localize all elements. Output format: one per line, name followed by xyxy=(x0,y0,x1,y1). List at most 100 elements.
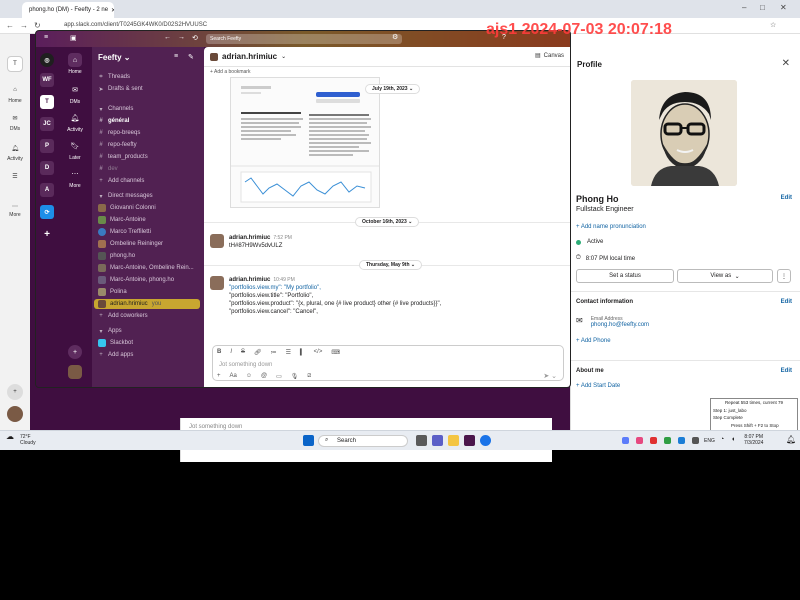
message-author[interactable]: adrian.hrimiuc xyxy=(229,277,270,283)
add-workspace-icon[interactable]: + xyxy=(40,227,54,241)
nav-activity[interactable]: 🔔︎ Activity xyxy=(58,111,92,133)
strike-icon[interactable]: S xyxy=(241,349,245,356)
add-pronunciation-link[interactable]: + Add name pronunciation xyxy=(576,224,646,230)
date-divider[interactable]: July 19th, 2023 ⌄ xyxy=(365,84,421,94)
channel-repo-breeqs[interactable]: # repo-breeqs xyxy=(98,128,202,138)
add-button[interactable]: + xyxy=(58,345,92,361)
dm-item[interactable]: Marc-Antoine, phong.ho xyxy=(98,275,202,285)
date-divider[interactable]: Thursday, May 9th ⌄ xyxy=(359,260,423,270)
view-as-button[interactable]: View as ⌄ xyxy=(677,269,773,283)
tray-icon[interactable] xyxy=(622,437,629,444)
tray-icon[interactable] xyxy=(636,437,643,444)
windows-start-icon[interactable] xyxy=(303,435,314,446)
message-time[interactable]: 7:52 PM xyxy=(273,235,292,241)
workspace-t[interactable]: T xyxy=(40,95,54,109)
tray-icon[interactable] xyxy=(692,437,699,444)
user-avatar[interactable] xyxy=(58,365,92,381)
emoji-icon[interactable]: ☺ xyxy=(246,373,252,380)
forward-icon[interactable]: → xyxy=(178,34,185,41)
slash-icon[interactable]: ⧄ xyxy=(307,373,311,380)
notification-icon[interactable]: 🔔︎ xyxy=(786,435,796,444)
maximize-icon[interactable]: □ xyxy=(760,3,765,12)
apps-header[interactable]: ▾ Apps xyxy=(98,326,202,336)
nav-home[interactable]: ⌂ Home xyxy=(58,53,92,75)
search-input[interactable]: Search Feefty xyxy=(206,34,402,44)
lists-icon[interactable]: ☰ xyxy=(7,168,23,184)
add-coworkers[interactable]: + Add coworkers xyxy=(98,311,202,321)
menu-icon[interactable]: ≡ xyxy=(44,34,48,41)
add-channels[interactable]: + Add channels xyxy=(98,176,202,186)
image-attachment[interactable] xyxy=(230,77,380,208)
compose-icon[interactable]: ✎ xyxy=(188,53,194,61)
italic-icon[interactable]: I xyxy=(230,349,232,356)
ordered-list-icon[interactable]: ≔ xyxy=(271,349,277,356)
edit-name-link[interactable]: Edit xyxy=(781,195,792,201)
url-text[interactable]: app.slack.com/client/T0245GK4WK0/D02S2HV… xyxy=(64,22,207,28)
message[interactable]: adrian.hrimiuc 10:49 PM "portfolios.view.… xyxy=(210,276,441,316)
edit-contact-link[interactable]: Edit xyxy=(781,299,792,305)
dm-header[interactable]: ▾ Direct messages xyxy=(98,191,202,201)
tray-icon[interactable] xyxy=(678,437,685,444)
code-icon[interactable]: </> xyxy=(314,349,323,356)
taskbar-search[interactable]: ⌕ Search xyxy=(318,435,408,447)
avatar[interactable] xyxy=(7,406,23,422)
teams-icon[interactable] xyxy=(432,435,443,446)
format-icon[interactable]: Aa xyxy=(230,373,237,380)
message-author[interactable]: adrian.hrimiuc xyxy=(229,235,270,241)
channel-dev[interactable]: # dev xyxy=(98,164,202,174)
channel-team-products[interactable]: # team_products xyxy=(98,152,202,162)
mic-icon[interactable]: 🎙︎ xyxy=(291,373,299,380)
edit-about-link[interactable]: Edit xyxy=(781,368,792,374)
history-icon[interactable]: ⟲ xyxy=(192,34,198,42)
mention-icon[interactable]: @ xyxy=(261,373,267,380)
nav-later[interactable]: 🔖︎ Later xyxy=(58,139,92,161)
dm-item[interactable]: Marco Treffiletti xyxy=(98,227,202,237)
workspace-icon[interactable]: T xyxy=(7,56,23,72)
tray-icon[interactable] xyxy=(664,437,671,444)
workspace-wf[interactable]: WF xyxy=(40,73,54,87)
tray-icon[interactable] xyxy=(650,437,657,444)
add-phone-link[interactable]: + Add Phone xyxy=(576,338,611,344)
dm-item-selected[interactable]: adrian.hrimiuc you xyxy=(94,299,200,309)
message[interactable]: adrian.hrimiuc 7:52 PM tH#87H9Wv5dvULZ xyxy=(210,234,292,250)
dm-item[interactable]: phong.ho xyxy=(98,251,202,261)
app-slackbot[interactable]: Slackbot xyxy=(98,338,202,348)
add-bookmark[interactable]: + Add a bookmark xyxy=(210,69,250,75)
plus-icon[interactable]: + xyxy=(217,373,221,380)
workspace-jc[interactable]: JC xyxy=(40,117,54,131)
sidebar-item-threads[interactable]: ⌗ Threads xyxy=(98,72,202,82)
dm-item[interactable]: Marc-Antoine, Ombeline Rein... xyxy=(98,263,202,273)
filter-icon[interactable]: ≡ xyxy=(174,53,178,60)
blockquote-icon[interactable]: ▍ xyxy=(300,349,305,356)
dm-item[interactable]: Ombeline Reininger xyxy=(98,239,202,249)
dm-item[interactable]: Polina xyxy=(98,287,202,297)
sidebar-item-drafts[interactable]: ➤ Drafts & sent xyxy=(98,84,202,94)
home-icon[interactable]: ⌂ xyxy=(7,82,23,98)
system-clock[interactable]: 8:07 PM 7/3/2024 xyxy=(744,434,763,446)
bell-icon[interactable]: 🔔︎ xyxy=(7,140,23,156)
code-block-icon[interactable]: ⌨ xyxy=(331,349,340,356)
nav-more[interactable]: ⋯ More xyxy=(58,167,92,189)
workspace-app-icon[interactable]: ⟳ xyxy=(40,205,54,219)
search-filter-icon[interactable]: ⚙ xyxy=(392,33,398,41)
workspace-d[interactable]: D xyxy=(40,161,54,175)
more-options-button[interactable]: ⋮ xyxy=(777,269,791,283)
workspace-name[interactable]: Feefty ⌄ xyxy=(98,53,131,62)
video-icon[interactable]: ▭ xyxy=(276,373,282,380)
channel-name[interactable]: adrian.hrimiuc xyxy=(222,52,277,61)
back-icon[interactable]: ← xyxy=(6,21,14,30)
task-view-icon[interactable] xyxy=(416,435,427,446)
dm-item[interactable]: Marc-Antoine xyxy=(98,215,202,225)
slack-taskbar-icon[interactable] xyxy=(464,435,475,446)
link-icon[interactable]: 🔗︎ xyxy=(254,349,262,356)
email-link[interactable]: phong.ho@feefty.com xyxy=(591,322,649,328)
message-time[interactable]: 10:49 PM xyxy=(273,277,294,283)
nav-dms[interactable]: ✉ DMs xyxy=(58,83,92,105)
close-tab-icon[interactable]: ✕ xyxy=(111,7,114,14)
send-icon[interactable]: ➤ ⌄ xyxy=(543,372,557,380)
set-status-button[interactable]: Set a status xyxy=(576,269,674,283)
composer-placeholder[interactable]: Jot something down xyxy=(219,362,272,368)
date-divider[interactable]: October 16th, 2023 ⌄ xyxy=(355,217,420,227)
wifi-icon[interactable]: ◔ xyxy=(720,436,724,443)
browser-tab[interactable]: phong.ho (DM) - Feefty - 2 ne ✕ xyxy=(22,2,114,18)
